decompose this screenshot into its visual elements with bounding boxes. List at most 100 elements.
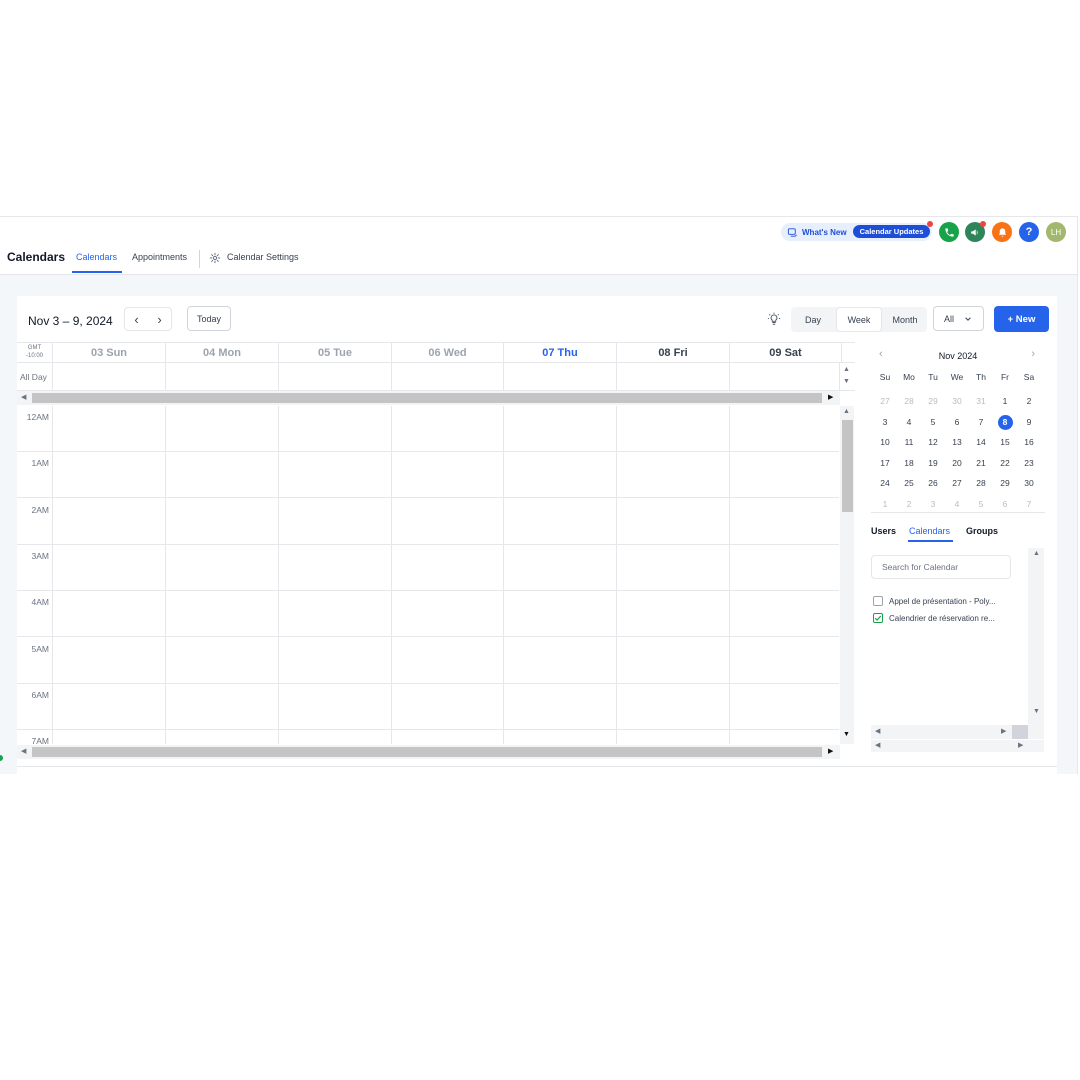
mini-calendar-day[interactable]: 24 xyxy=(873,475,897,491)
mini-calendar-day-outside[interactable]: 1 xyxy=(873,496,897,512)
view-week-button[interactable]: Week xyxy=(836,307,882,332)
tab-calendars[interactable]: Calendars xyxy=(76,252,117,262)
mini-calendar-day[interactable]: 10 xyxy=(873,434,897,450)
mini-calendar-day[interactable]: 18 xyxy=(897,455,921,471)
next-week-button[interactable]: › xyxy=(148,308,171,330)
mini-calendar-day-outside[interactable]: 29 xyxy=(921,393,945,409)
sidebar-horizontal-scrollbar[interactable]: ◀ ▶ xyxy=(871,740,1044,752)
mini-calendar-day[interactable]: 22 xyxy=(993,455,1017,471)
day-header-sun[interactable]: 03 Sun xyxy=(52,343,165,363)
mini-calendar-day[interactable]: 13 xyxy=(945,434,969,450)
calendar-list-horizontal-scrollbar[interactable]: ◀ ▶ xyxy=(871,725,1044,739)
mini-calendar-day[interactable]: 9 xyxy=(1017,414,1041,430)
mini-calendar-day-outside[interactable]: 4 xyxy=(945,496,969,512)
calendar-list-vertical-scrollbar[interactable]: ▲ ▼ xyxy=(1028,548,1044,728)
view-month-button[interactable]: Month xyxy=(883,307,927,332)
mini-calendar-day-outside[interactable]: 31 xyxy=(969,393,993,409)
calendar-list-item[interactable]: Appel de présentation - Poly... xyxy=(873,596,996,606)
day-header-tue[interactable]: 05 Tue xyxy=(278,343,391,363)
mini-calendar-day-outside[interactable]: 2 xyxy=(897,496,921,512)
day-header-fri[interactable]: 08 Fri xyxy=(616,343,729,363)
today-button[interactable]: Today xyxy=(187,306,231,331)
mini-calendar-day-outside[interactable]: 3 xyxy=(921,496,945,512)
lightbulb-icon[interactable] xyxy=(767,312,781,326)
help-icon[interactable]: ? xyxy=(1019,222,1039,242)
scrollbar-thumb[interactable] xyxy=(32,393,822,403)
mini-calendar-day[interactable]: 21 xyxy=(969,455,993,471)
scroll-right-arrow[interactable]: ▶ xyxy=(1018,741,1023,749)
mini-calendar-day[interactable]: 11 xyxy=(897,434,921,450)
scroll-right-arrow[interactable]: ▶ xyxy=(828,747,833,755)
calendar-settings-link[interactable]: Calendar Settings xyxy=(227,252,299,262)
scroll-left-arrow[interactable]: ◀ xyxy=(21,393,26,401)
mini-calendar-day[interactable]: 7 xyxy=(969,414,993,430)
mini-calendar-day[interactable]: 2 xyxy=(1017,393,1041,409)
scroll-down-arrow[interactable]: ▼ xyxy=(843,731,850,738)
mini-calendar-day[interactable]: 1 xyxy=(993,393,1017,409)
mini-calendar-day[interactable]: 15 xyxy=(993,434,1017,450)
scrollbar-thumb[interactable] xyxy=(32,747,822,757)
scroll-down-arrow[interactable]: ▼ xyxy=(843,378,850,385)
mini-calendar-day[interactable]: 8 xyxy=(993,414,1017,430)
day-header-wed[interactable]: 06 Wed xyxy=(391,343,503,363)
view-day-button[interactable]: Day xyxy=(791,307,835,332)
time-grid[interactable]: 12AM 1AM 2AM 3AM 4AM 5AM 6AM 7AM xyxy=(17,406,839,744)
mini-calendar-day-outside[interactable]: 7 xyxy=(1017,496,1041,512)
sidebar-tab-calendars[interactable]: Calendars xyxy=(909,526,950,536)
mini-calendar-day[interactable]: 17 xyxy=(873,455,897,471)
calendar-updates-badge[interactable]: Calendar Updates xyxy=(853,225,930,238)
mini-calendar-day[interactable]: 6 xyxy=(945,414,969,430)
phone-icon[interactable] xyxy=(939,222,959,242)
calendar-list-item[interactable]: Calendrier de réservation re... xyxy=(873,613,995,623)
sidebar-tab-users[interactable]: Users xyxy=(871,526,896,536)
day-header-thu[interactable]: 07 Thu xyxy=(503,343,616,363)
sidebar-tab-groups[interactable]: Groups xyxy=(966,526,998,536)
mini-calendar-day[interactable]: 20 xyxy=(945,455,969,471)
day-header-sat[interactable]: 09 Sat xyxy=(729,343,842,363)
time-grid-vertical-scrollbar[interactable]: ▲ ▼ xyxy=(840,406,854,744)
scroll-left-arrow[interactable]: ◀ xyxy=(875,741,880,749)
mini-calendar-day[interactable]: 3 xyxy=(873,414,897,430)
checkbox[interactable] xyxy=(873,596,883,606)
filter-select[interactable]: All xyxy=(933,306,984,331)
scroll-up-arrow[interactable]: ▲ xyxy=(843,366,850,373)
scroll-up-arrow[interactable]: ▲ xyxy=(843,408,850,415)
mini-calendar-day[interactable]: 26 xyxy=(921,475,945,491)
previous-week-button[interactable]: ‹ xyxy=(125,308,148,330)
bell-icon[interactable] xyxy=(992,222,1012,242)
scroll-right-arrow[interactable]: ▶ xyxy=(828,393,833,401)
tab-appointments[interactable]: Appointments xyxy=(132,252,187,262)
new-event-button[interactable]: + New xyxy=(994,306,1049,332)
gear-icon[interactable] xyxy=(209,252,221,264)
mini-calendar-day-outside[interactable]: 30 xyxy=(945,393,969,409)
mini-calendar-day[interactable]: 12 xyxy=(921,434,945,450)
day-header-mon[interactable]: 04 Mon xyxy=(165,343,278,363)
all-day-horizontal-scrollbar[interactable]: ◀ ▶ xyxy=(17,391,840,405)
calendar-search-input[interactable]: Search for Calendar xyxy=(871,555,1011,579)
mini-calendar-day[interactable]: 14 xyxy=(969,434,993,450)
checkbox-checked[interactable] xyxy=(873,613,883,623)
mini-calendar-day[interactable]: 23 xyxy=(1017,455,1041,471)
scroll-right-arrow[interactable]: ▶ xyxy=(1001,727,1006,735)
avatar[interactable]: LH xyxy=(1046,222,1066,242)
mini-calendar-day-outside[interactable]: 5 xyxy=(969,496,993,512)
scroll-down-arrow[interactable]: ▼ xyxy=(1033,708,1040,715)
scroll-left-arrow[interactable]: ◀ xyxy=(21,747,26,755)
scrollbar-thumb[interactable] xyxy=(842,420,853,512)
mini-calendar-day[interactable]: 5 xyxy=(921,414,945,430)
scroll-left-arrow[interactable]: ◀ xyxy=(875,727,880,735)
mini-calendar-day[interactable]: 27 xyxy=(945,475,969,491)
mini-calendar-day-outside[interactable]: 27 xyxy=(873,393,897,409)
mini-calendar-day[interactable]: 19 xyxy=(921,455,945,471)
scroll-up-arrow[interactable]: ▲ xyxy=(1033,550,1040,557)
mini-calendar-day[interactable]: 4 xyxy=(897,414,921,430)
mini-calendar-day[interactable]: 28 xyxy=(969,475,993,491)
mini-calendar-day[interactable]: 16 xyxy=(1017,434,1041,450)
mini-calendar-day-outside[interactable]: 6 xyxy=(993,496,1017,512)
mini-calendar-day[interactable]: 25 xyxy=(897,475,921,491)
mini-calendar-day[interactable]: 29 xyxy=(993,475,1017,491)
mini-calendar-day-outside[interactable]: 28 xyxy=(897,393,921,409)
mini-next-month-button[interactable]: › xyxy=(1031,348,1035,360)
time-grid-horizontal-scrollbar[interactable]: ◀ ▶ xyxy=(17,745,840,759)
mini-calendar-day[interactable]: 30 xyxy=(1017,475,1041,491)
